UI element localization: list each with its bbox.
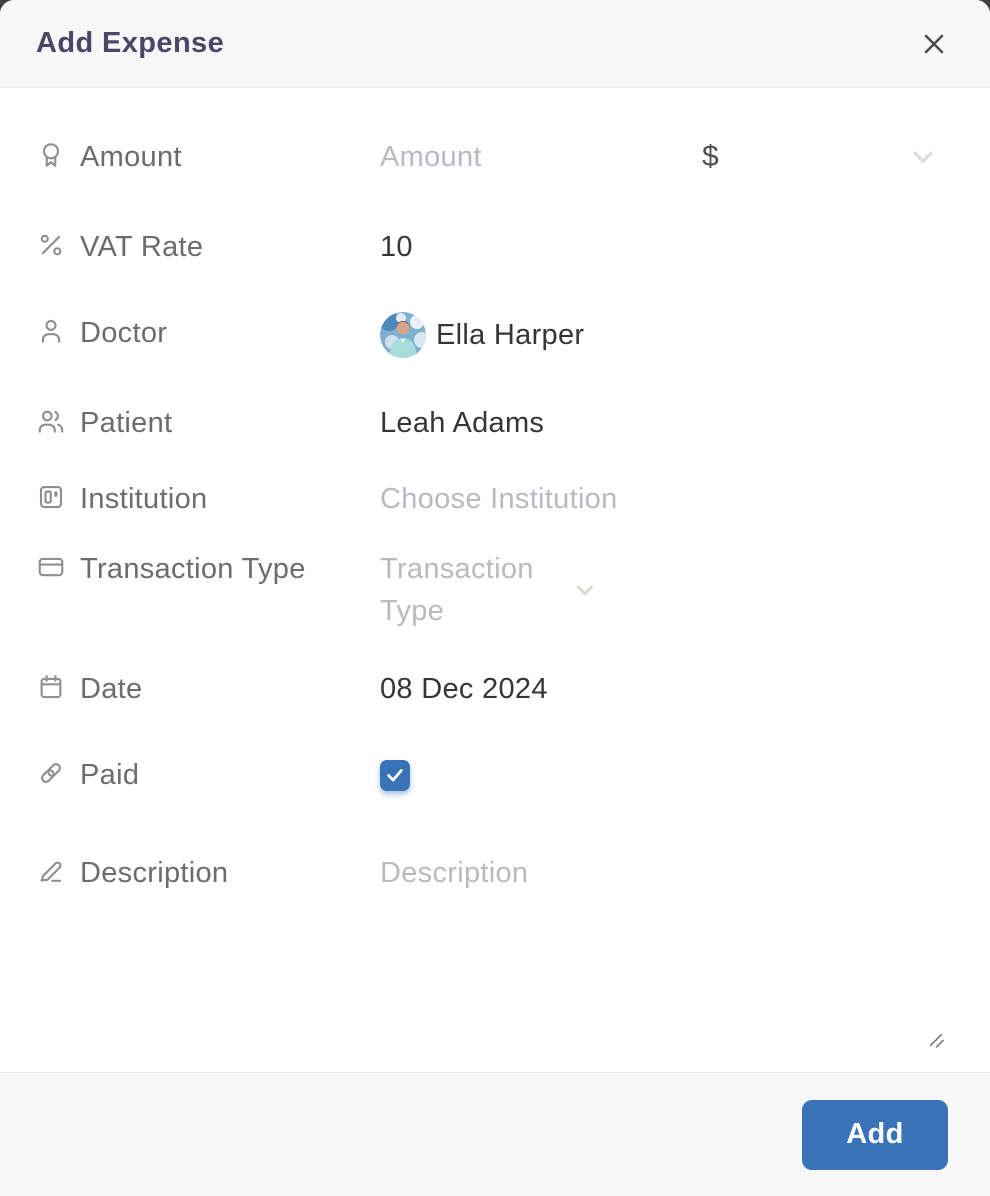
modal-title: Add Expense [36, 27, 225, 59]
doctor-label: Doctor [36, 312, 336, 354]
percent-icon [36, 230, 66, 260]
patient-select[interactable]: Leah Adams [380, 402, 942, 444]
pen-icon [36, 856, 66, 886]
credit-card-icon [36, 552, 66, 582]
chevron-down-icon[interactable] [906, 140, 940, 174]
paid-label: Paid [36, 754, 336, 796]
date-row: Date 08 Dec 2024 [36, 668, 942, 710]
building-icon [36, 482, 66, 512]
resize-grip-icon[interactable] [928, 1032, 946, 1050]
description-textarea[interactable]: Description [380, 852, 942, 894]
doctor-select[interactable]: Ella Harper [380, 312, 942, 358]
date-picker[interactable]: 08 Dec 2024 [380, 668, 942, 710]
vat-rate-input[interactable]: 10 [380, 226, 413, 268]
award-icon [36, 140, 66, 170]
close-button[interactable] [916, 26, 952, 62]
user-icon [36, 316, 66, 346]
patient-label: Patient [36, 402, 336, 444]
date-label: Date [36, 668, 336, 710]
add-expense-modal: Add Expense Amount Amount $ VAT Rate 10 … [0, 0, 990, 1196]
modal-footer: Add [0, 1072, 990, 1196]
calendar-icon [36, 672, 66, 702]
institution-row: Institution Choose Institution [36, 478, 942, 520]
chevron-down-icon [570, 575, 600, 605]
amount-row: Amount Amount $ [36, 136, 942, 178]
amount-input[interactable]: Amount [380, 136, 702, 178]
expense-form: Amount Amount $ VAT Rate 10 Doctor Ella … [0, 88, 990, 1072]
description-placeholder: Description [380, 857, 529, 889]
institution-label: Institution [36, 478, 336, 520]
vat-rate-label: VAT Rate [36, 226, 336, 268]
description-row: Description Description [36, 852, 942, 894]
paid-checkbox[interactable] [380, 759, 410, 791]
patient-row: Patient Leah Adams [36, 402, 942, 444]
add-button[interactable]: Add [802, 1099, 948, 1170]
close-icon [918, 28, 950, 60]
transaction-type-label: Transaction Type [36, 548, 336, 590]
doctor-name: Ella Harper [436, 319, 585, 351]
users-icon [36, 406, 66, 436]
date-value: 08 Dec 2024 [380, 673, 548, 705]
transaction-type-select[interactable]: Transaction Type [380, 548, 942, 632]
transaction-type-row: Transaction Type Transaction Type [36, 548, 942, 632]
description-label: Description [36, 852, 336, 894]
doctor-avatar [380, 312, 426, 358]
doctor-row: Doctor Ella Harper [36, 312, 942, 358]
currency-symbol: $ [702, 140, 719, 173]
link-icon [36, 758, 66, 788]
amount-label: Amount [36, 136, 336, 178]
paid-row: Paid [36, 754, 942, 796]
transaction-type-placeholder: Transaction Type [380, 553, 534, 627]
check-icon [384, 764, 406, 786]
institution-select[interactable]: Choose Institution [380, 478, 942, 520]
institution-placeholder: Choose Institution [380, 483, 618, 515]
patient-name: Leah Adams [380, 407, 545, 439]
modal-header: Add Expense [0, 0, 990, 88]
vat-rate-row: VAT Rate 10 [36, 226, 942, 268]
